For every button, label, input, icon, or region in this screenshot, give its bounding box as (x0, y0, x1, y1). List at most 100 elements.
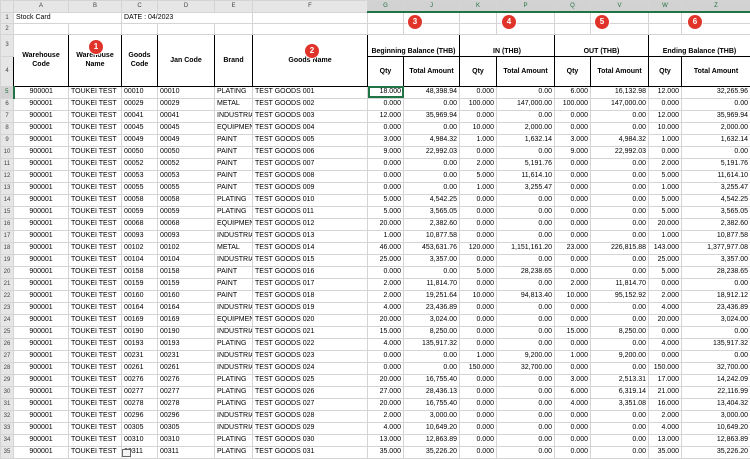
jan-code-cell[interactable]: 00050 (157, 145, 215, 159)
goods-name-cell[interactable]: TEST GOODS 021 (252, 325, 368, 339)
brand-cell[interactable]: PLATING (214, 433, 253, 447)
out-qty-cell[interactable]: 0.000 (554, 193, 591, 207)
in-qty-cell[interactable]: 100.000 (459, 97, 497, 111)
goods-name-cell[interactable]: TEST GOODS 007 (252, 157, 368, 171)
beginning-qty-cell[interactable]: 4.000 (367, 337, 404, 351)
cell[interactable] (648, 22, 682, 35)
in-amount-cell[interactable]: 0.00 (496, 397, 555, 411)
row-header[interactable]: 2 (0, 22, 14, 35)
ending-amount-cell[interactable]: 3,565.05 (681, 205, 750, 219)
row-header[interactable]: 7 (0, 109, 14, 123)
jan-code-cell[interactable]: 00029 (157, 97, 215, 111)
goods-code-cell[interactable]: 00169 (121, 313, 158, 327)
in-amount-cell[interactable]: 0.00 (496, 325, 555, 339)
ending-qty-cell[interactable]: 4.000 (648, 337, 682, 351)
out-amount-cell[interactable]: 0.00 (590, 433, 649, 447)
beginning-amount-cell[interactable]: 4,984.32 (403, 133, 460, 147)
row-header[interactable]: 32 (0, 409, 14, 423)
in-qty-cell[interactable]: 0.000 (459, 373, 497, 387)
row-header[interactable]: 10 (0, 145, 14, 159)
brand-cell[interactable]: PAINT (214, 169, 253, 183)
out-qty-cell[interactable]: 0.000 (554, 169, 591, 183)
out-qty-cell[interactable]: 0.000 (554, 337, 591, 351)
warehouse-name-cell[interactable]: TOUKEI TEST (68, 385, 122, 399)
beginning-qty-cell[interactable]: 5.000 (367, 205, 404, 219)
row-header[interactable]: 4 (0, 55, 14, 87)
header-in-qty[interactable]: Qty (459, 55, 497, 87)
goods-name-cell[interactable]: TEST GOODS 008 (252, 169, 368, 183)
beginning-qty-cell[interactable]: 27.000 (367, 385, 404, 399)
in-qty-cell[interactable]: 1.000 (459, 133, 497, 147)
out-qty-cell[interactable]: 0.000 (554, 181, 591, 195)
beginning-qty-cell[interactable]: 18.000 (367, 85, 404, 99)
header-warehouse-code[interactable]: Warehouse Code (13, 33, 69, 87)
out-amount-cell[interactable]: 0.00 (590, 445, 649, 459)
out-qty-cell[interactable]: 23.000 (554, 241, 591, 255)
out-qty-cell[interactable]: 0.000 (554, 121, 591, 135)
beginning-qty-cell[interactable]: 0.000 (367, 169, 404, 183)
ending-amount-cell[interactable]: 0.00 (681, 349, 750, 363)
column-header[interactable]: D (157, 0, 215, 13)
in-qty-cell[interactable]: 0.000 (459, 397, 497, 411)
jan-code-cell[interactable]: 00164 (157, 301, 215, 315)
jan-code-cell[interactable]: 00045 (157, 121, 215, 135)
ending-qty-cell[interactable]: 0.000 (648, 325, 682, 339)
beginning-qty-cell[interactable]: 0.000 (367, 121, 404, 135)
beginning-qty-cell[interactable]: 46.000 (367, 241, 404, 255)
in-qty-cell[interactable]: 0.000 (459, 421, 497, 435)
ending-qty-cell[interactable]: 21.000 (648, 385, 682, 399)
goods-code-cell[interactable]: 00276 (121, 373, 158, 387)
row-header[interactable]: 19 (0, 253, 14, 267)
brand-cell[interactable]: PAINT (214, 181, 253, 195)
out-amount-cell[interactable]: 0.00 (590, 181, 649, 195)
cell[interactable] (13, 22, 69, 35)
goods-name-cell[interactable]: TEST GOODS 026 (252, 385, 368, 399)
header-ending-total-amount[interactable]: Total Amount (681, 55, 750, 87)
warehouse-name-cell[interactable]: TOUKEI TEST (68, 97, 122, 111)
goods-name-cell[interactable]: TEST GOODS 002 (252, 97, 368, 111)
in-amount-cell[interactable]: 0.00 (496, 205, 555, 219)
out-qty-cell[interactable]: 2.000 (554, 277, 591, 291)
header-in-total-amount[interactable]: Total Amount (496, 55, 555, 87)
row-header[interactable]: 8 (0, 121, 14, 135)
goods-name-cell[interactable]: TEST GOODS 029 (252, 421, 368, 435)
row-header[interactable]: 27 (0, 349, 14, 363)
warehouse-name-cell[interactable]: TOUKEI TEST (68, 277, 122, 291)
row-header[interactable]: 3 (0, 33, 14, 57)
ending-amount-cell[interactable]: 28,238.65 (681, 265, 750, 279)
goods-name-cell[interactable]: TEST GOODS 023 (252, 349, 368, 363)
out-amount-cell[interactable]: 0.00 (590, 121, 649, 135)
out-amount-cell[interactable]: 0.00 (590, 421, 649, 435)
brand-cell[interactable]: INDUSTRIA (214, 361, 253, 375)
column-header[interactable]: Q (554, 0, 591, 13)
brand-cell[interactable]: INDUSTRIA (214, 409, 253, 423)
out-qty-cell[interactable]: 0.000 (554, 157, 591, 171)
goods-name-cell[interactable]: TEST GOODS 017 (252, 277, 368, 291)
jan-code-cell[interactable]: 00296 (157, 409, 215, 423)
ending-amount-cell[interactable]: 22,116.99 (681, 385, 750, 399)
beginning-amount-cell[interactable]: 3,000.00 (403, 409, 460, 423)
beginning-qty-cell[interactable]: 2.000 (367, 409, 404, 423)
brand-cell[interactable]: PLATING (214, 193, 253, 207)
ending-amount-cell[interactable]: 4,542.25 (681, 193, 750, 207)
ending-qty-cell[interactable]: 2.000 (648, 289, 682, 303)
cell[interactable] (68, 22, 122, 35)
cell[interactable] (252, 22, 368, 35)
in-qty-cell[interactable]: 0.000 (459, 433, 497, 447)
goods-code-cell[interactable]: 00055 (121, 181, 158, 195)
ending-amount-cell[interactable]: 0.00 (681, 277, 750, 291)
goods-code-cell[interactable]: 00102 (121, 241, 158, 255)
column-header[interactable]: F (252, 0, 368, 13)
out-qty-cell[interactable]: 0.000 (554, 445, 591, 459)
in-amount-cell[interactable]: 0.00 (496, 409, 555, 423)
column-header[interactable]: W (648, 0, 682, 13)
warehouse-code-cell[interactable]: 900001 (13, 325, 69, 339)
warehouse-code-cell[interactable]: 900001 (13, 133, 69, 147)
beginning-amount-cell[interactable]: 0.00 (403, 169, 460, 183)
header-out[interactable]: OUT (THB) (554, 33, 649, 57)
ending-amount-cell[interactable]: 2,000.00 (681, 121, 750, 135)
out-qty-cell[interactable]: 0.000 (554, 217, 591, 231)
out-amount-cell[interactable]: 0.00 (590, 361, 649, 375)
row-header[interactable]: 21 (0, 277, 14, 291)
out-amount-cell[interactable]: 22,992.03 (590, 145, 649, 159)
